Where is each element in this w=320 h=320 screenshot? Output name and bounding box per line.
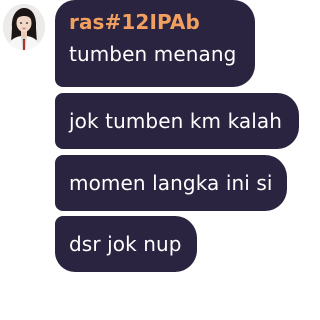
profile-photo-icon <box>3 4 45 50</box>
sender-name[interactable]: ras#12IPAb <box>69 12 241 32</box>
message-bubble-2[interactable]: jok tumben km kalah <box>55 93 299 149</box>
message-text-1: tumben menang <box>69 42 237 66</box>
message-bubble-3[interactable]: momen langka ini si <box>55 155 287 211</box>
message-text-4: dsr jok nup <box>69 232 182 256</box>
message-bubble-1[interactable]: ras#12IPAb tumben menang <box>55 0 255 87</box>
message-bubble-4[interactable]: dsr jok nup <box>55 216 197 272</box>
message-text-2: jok tumben km kalah <box>69 109 283 133</box>
avatar[interactable] <box>3 4 45 50</box>
message-text-3: momen langka ini si <box>69 171 273 195</box>
